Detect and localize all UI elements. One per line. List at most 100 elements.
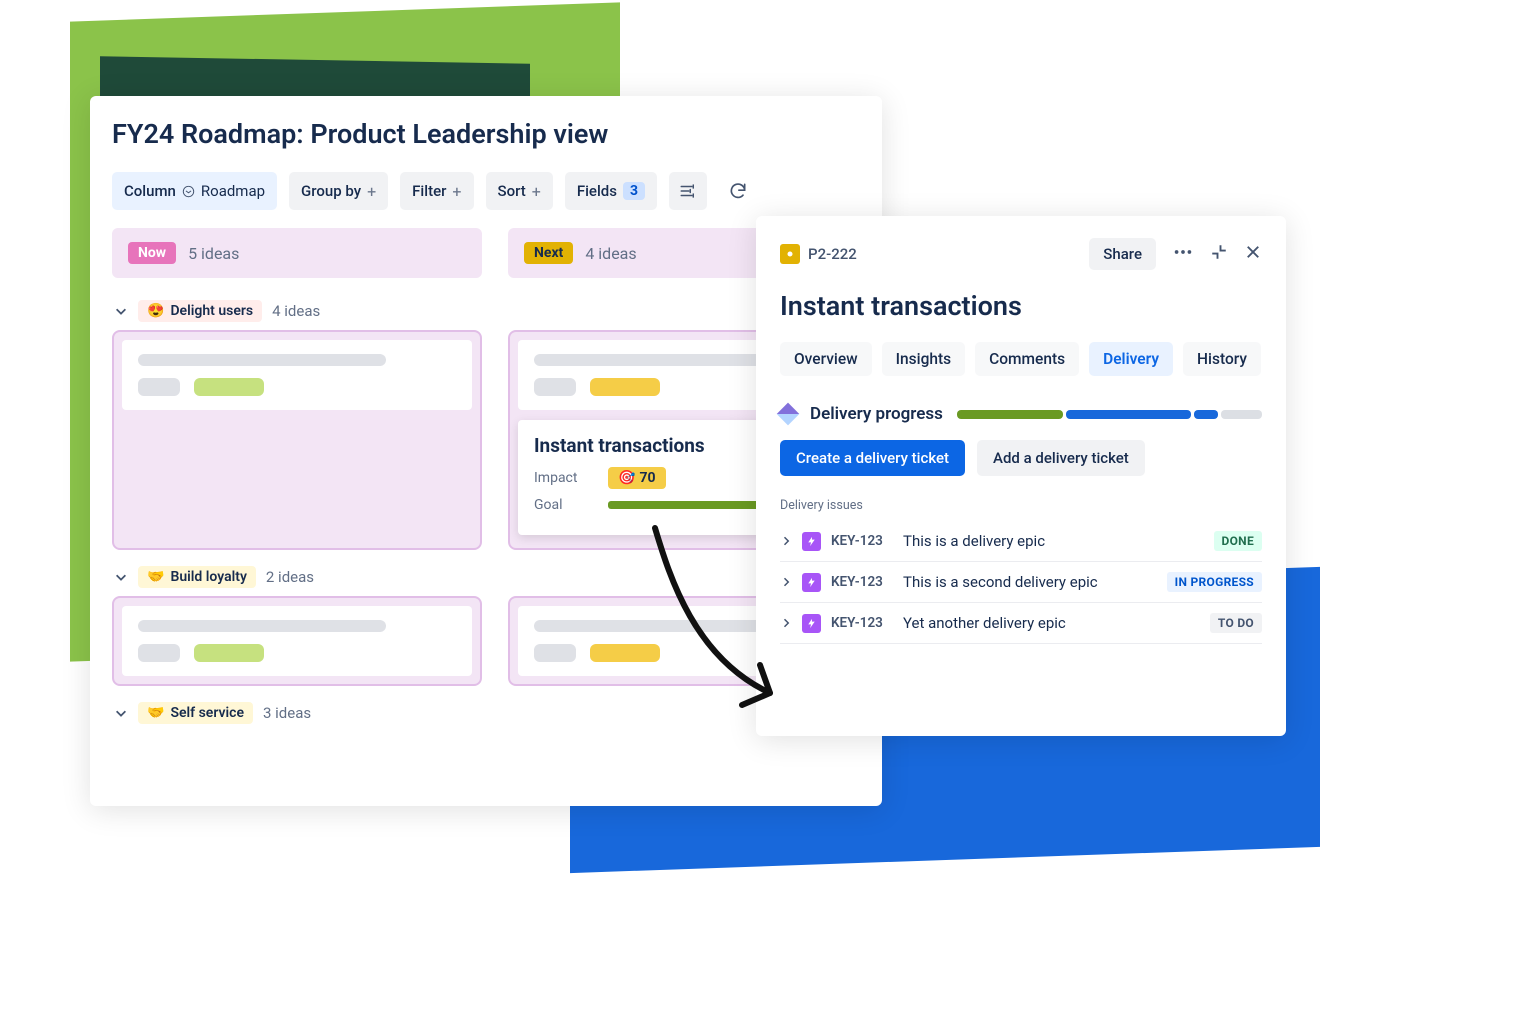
- skeleton-line: [534, 620, 782, 632]
- group-tag: 🤝 Self service: [138, 702, 253, 724]
- progress-label: Delivery progress: [810, 404, 943, 424]
- delivery-issue-row[interactable]: KEY-123 This is a delivery epic DONE: [780, 521, 1262, 562]
- refresh-icon-button[interactable]: [719, 172, 757, 210]
- progress-bar: [957, 410, 1262, 419]
- status-badge: DONE: [1214, 531, 1263, 551]
- skeleton-line: [138, 354, 386, 366]
- issue-key: KEY-123: [831, 533, 893, 549]
- skeleton-pill: [138, 644, 180, 662]
- impact-value: 70: [639, 470, 655, 486]
- issue-key: KEY-123: [831, 615, 893, 631]
- fields-label: Fields: [577, 182, 617, 200]
- detail-panel: P2-222 Share Instant transactions Overvi…: [756, 216, 1286, 736]
- issue-title: Yet another delivery epic: [903, 614, 1200, 632]
- plus-icon: +: [452, 182, 461, 201]
- group-count: 4 ideas: [272, 302, 320, 320]
- detail-header: P2-222 Share: [780, 238, 1262, 270]
- group-count: 3 ideas: [263, 704, 311, 722]
- skeleton-pill: [534, 378, 576, 396]
- issue-key: P2-222: [808, 245, 857, 263]
- column-chip-value: Roadmap: [201, 182, 265, 200]
- skeleton-pill: [590, 644, 660, 662]
- card-slot: [112, 596, 482, 686]
- column-now: Now 5 ideas: [112, 228, 482, 292]
- card-slot: [112, 330, 482, 550]
- filter-label: Filter: [412, 182, 446, 200]
- delivery-issue-row[interactable]: KEY-123 Yet another delivery epic TO DO: [780, 603, 1262, 644]
- issue-title: This is a second delivery epic: [903, 573, 1157, 591]
- group-label: Self service: [170, 705, 244, 721]
- column-count-now: 5 ideas: [188, 244, 239, 263]
- sort-chip[interactable]: Sort+: [486, 172, 553, 210]
- issue-breadcrumb[interactable]: P2-222: [780, 244, 857, 264]
- idea-card[interactable]: [122, 340, 472, 410]
- close-icon[interactable]: [1244, 243, 1262, 265]
- emoji-icon: 🤝: [147, 705, 164, 721]
- chevron-down-icon: [114, 304, 128, 318]
- group-tag: 🤝 Build loyalty: [138, 566, 256, 588]
- group-label: Build loyalty: [170, 569, 246, 585]
- impact-label: Impact: [534, 470, 594, 486]
- page-title: FY24 Roadmap: Product Leadership view: [112, 118, 882, 150]
- detail-tabs: Overview Insights Comments Delivery Hist…: [780, 342, 1262, 376]
- tab-history[interactable]: History: [1183, 342, 1261, 376]
- tab-delivery[interactable]: Delivery: [1089, 342, 1173, 376]
- plus-icon: +: [532, 182, 541, 201]
- skeleton-line: [534, 354, 782, 366]
- status-badge: IN PROGRESS: [1167, 572, 1262, 592]
- delivery-issue-row[interactable]: KEY-123 This is a second delivery epic IN …: [780, 562, 1262, 603]
- skeleton-pill: [534, 644, 576, 662]
- goal-label: Goal: [534, 497, 594, 513]
- diamond-icon: [777, 403, 800, 426]
- refresh-icon: [728, 181, 748, 201]
- skeleton-pill: [590, 378, 660, 396]
- chevron-down-icon: [114, 570, 128, 584]
- chevron-right-icon: [780, 576, 792, 588]
- tab-overview[interactable]: Overview: [780, 342, 872, 376]
- status-badge: TO DO: [1210, 613, 1262, 633]
- collapse-icon[interactable]: [1210, 243, 1228, 265]
- impact-badge: 🎯70: [608, 467, 666, 489]
- column-count-next: 4 ideas: [585, 244, 636, 263]
- chevron-right-icon: [780, 617, 792, 629]
- chevron-right-icon: [780, 535, 792, 547]
- group-count: 2 ideas: [266, 568, 314, 586]
- delivery-issues-label: Delivery issues: [780, 498, 1262, 513]
- column-pill-now: Now: [128, 242, 176, 264]
- add-delivery-ticket-button[interactable]: Add a delivery ticket: [977, 440, 1145, 476]
- skeleton-pill: [138, 378, 180, 396]
- skeleton-line: [138, 620, 386, 632]
- share-button[interactable]: Share: [1089, 238, 1156, 270]
- epic-icon: [802, 573, 821, 592]
- plus-icon: +: [367, 182, 376, 201]
- group-label: Delight users: [170, 303, 253, 319]
- toolbar: Column Roadmap Group by + Filter + Sort+ F…: [112, 172, 882, 210]
- chevron-down-icon: [114, 706, 128, 720]
- button-row: Create a delivery ticket Add a delivery …: [780, 440, 1262, 476]
- fields-count-badge: 3: [623, 182, 645, 200]
- epic-icon: [802, 614, 821, 633]
- emoji-icon: 😍: [147, 303, 164, 319]
- settings-icon-button[interactable]: [669, 172, 707, 210]
- idea-type-icon: [780, 244, 800, 264]
- tab-comments[interactable]: Comments: [975, 342, 1079, 376]
- column-chip[interactable]: Column Roadmap: [112, 172, 277, 210]
- target-icon: 🎯: [618, 470, 635, 486]
- idea-card[interactable]: [122, 606, 472, 676]
- detail-title: Instant transactions: [780, 290, 1262, 322]
- column-header-now[interactable]: Now 5 ideas: [112, 228, 482, 278]
- groupby-label: Group by: [301, 182, 361, 200]
- chevron-down-icon: [182, 185, 195, 198]
- fields-chip[interactable]: Fields 3: [565, 172, 657, 210]
- more-icon[interactable]: [1172, 241, 1194, 267]
- emoji-icon: 🤝: [147, 569, 164, 585]
- tab-insights[interactable]: Insights: [882, 342, 965, 376]
- filter-chip[interactable]: Filter +: [400, 172, 473, 210]
- groupby-chip[interactable]: Group by +: [289, 172, 388, 210]
- column-chip-label: Column: [124, 182, 176, 200]
- issue-title: This is a delivery epic: [903, 532, 1204, 550]
- issue-key: KEY-123: [831, 574, 893, 590]
- create-delivery-ticket-button[interactable]: Create a delivery ticket: [780, 440, 965, 476]
- column-pill-next: Next: [524, 242, 573, 264]
- delivery-issues-list: KEY-123This is a delivery epicDONEKEY-12…: [780, 521, 1262, 644]
